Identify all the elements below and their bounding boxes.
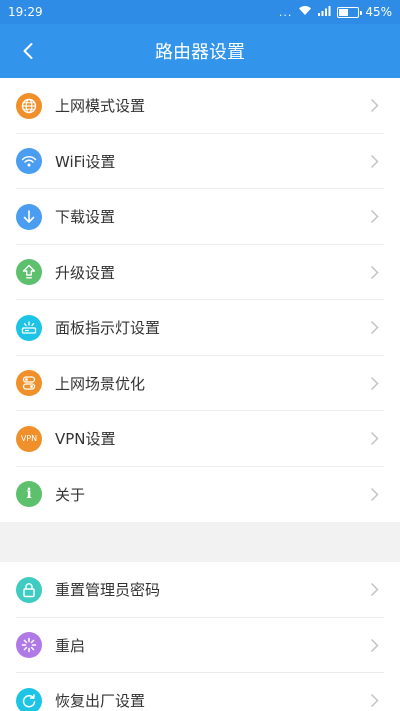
list-item-factory-reset[interactable]: 恢复出厂设置 — [0, 673, 400, 711]
chevron-right-icon — [362, 638, 386, 653]
indicator-light-icon — [16, 314, 42, 341]
chevron-right-icon — [362, 376, 386, 391]
battery-icon — [337, 6, 363, 18]
list-item-label: WiFi设置 — [55, 152, 116, 171]
status-bar: 19:29 ... 45% — [0, 0, 400, 24]
vpn-icon: VPN — [16, 425, 42, 452]
factory-reset-icon — [16, 687, 42, 711]
chevron-left-icon — [23, 43, 33, 59]
list-item-wifi[interactable]: WiFi设置 — [0, 134, 400, 190]
list-item-label: 恢复出厂设置 — [55, 692, 146, 711]
list-item-label: 关于 — [55, 485, 86, 504]
list-item-restart[interactable]: 重启 — [0, 618, 400, 674]
list-item-about[interactable]: i 关于 — [0, 467, 400, 523]
list-item-internet-mode[interactable]: 上网模式设置 — [0, 78, 400, 134]
list-item-upgrade[interactable]: 升级设置 — [0, 245, 400, 301]
status-time: 19:29 — [8, 5, 43, 19]
globe-icon — [16, 92, 42, 119]
list-item-label: 上网模式设置 — [55, 97, 146, 116]
chevron-right-icon — [362, 431, 386, 446]
list-item-label: 下载设置 — [55, 208, 116, 227]
vpn-icon-text: VPN — [20, 434, 38, 444]
settings-list-system: 重置管理员密码 重启 恢复出厂设置 — [0, 562, 400, 711]
info-icon: i — [16, 481, 42, 508]
restart-icon — [16, 632, 42, 659]
chevron-right-icon — [362, 98, 386, 113]
toggle-icon — [16, 370, 42, 397]
list-item-label: 重启 — [55, 636, 86, 655]
list-item-label: 重置管理员密码 — [55, 581, 161, 600]
chevron-right-icon — [362, 154, 386, 169]
list-item-label: VPN设置 — [55, 430, 116, 449]
list-item-reset-admin-password[interactable]: 重置管理员密码 — [0, 562, 400, 618]
header-bar: 路由器设置 — [0, 24, 400, 78]
status-dots: ... — [278, 5, 293, 19]
list-item-vpn[interactable]: VPN VPN设置 — [0, 411, 400, 467]
page-title: 路由器设置 — [155, 42, 245, 63]
upgrade-icon — [16, 259, 42, 286]
chevron-right-icon — [362, 693, 386, 708]
chevron-right-icon — [362, 487, 386, 502]
settings-list-main: 上网模式设置 WiFi设置 下载设置 升级设置 面板指示灯设置 上网场景优化 V… — [0, 78, 400, 522]
list-item-label: 上网场景优化 — [55, 374, 146, 393]
list-item-scene-optimization[interactable]: 上网场景优化 — [0, 356, 400, 412]
battery-percent: 45% — [365, 5, 392, 19]
list-item-indicator-light[interactable]: 面板指示灯设置 — [0, 300, 400, 356]
chevron-right-icon — [362, 265, 386, 280]
cell-signal-icon — [318, 5, 331, 19]
back-button[interactable] — [14, 37, 42, 65]
info-icon-text: i — [26, 486, 32, 503]
chevron-right-icon — [362, 582, 386, 597]
section-divider — [0, 523, 400, 562]
wifi-icon — [16, 148, 42, 175]
wifi-signal-icon — [298, 5, 312, 19]
list-item-label: 升级设置 — [55, 263, 116, 282]
battery-level — [339, 8, 349, 16]
download-icon — [16, 203, 42, 230]
list-item-label: 面板指示灯设置 — [55, 319, 161, 338]
list-item-download[interactable]: 下载设置 — [0, 189, 400, 245]
lock-icon — [16, 576, 42, 603]
chevron-right-icon — [362, 209, 386, 224]
chevron-right-icon — [362, 320, 386, 335]
status-icons: ... 45% — [279, 5, 392, 19]
